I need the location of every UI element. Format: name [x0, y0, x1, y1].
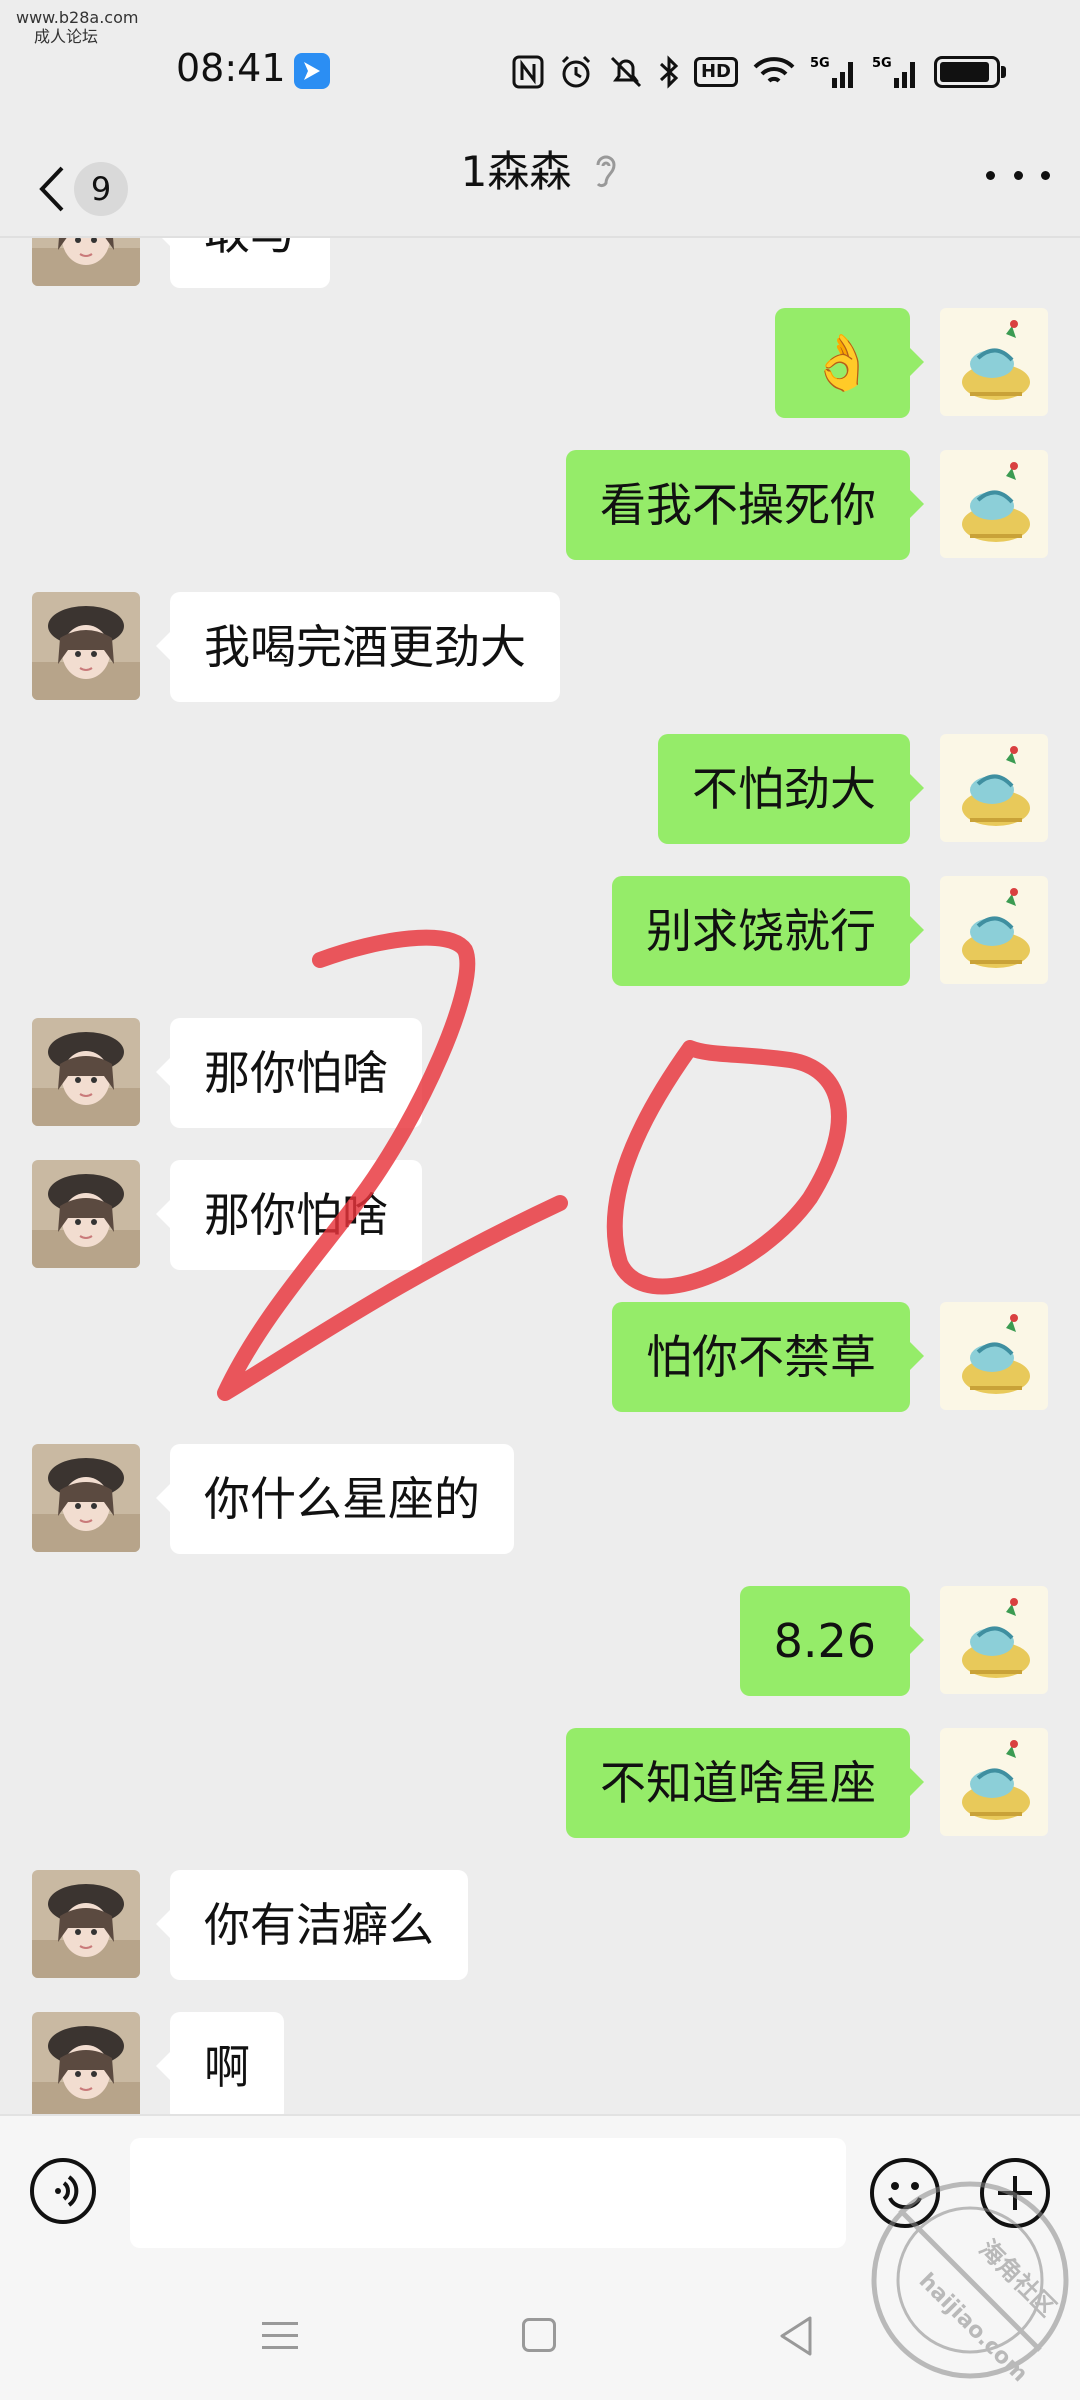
received-message-bubble[interactable]: 我喝完酒更劲大 [156, 592, 560, 702]
sent-message-bubble[interactable]: 怕你不禁草 [612, 1302, 924, 1412]
wifi-icon [752, 50, 796, 94]
message-row: 8.26 [0, 1586, 1080, 1696]
status-time: 08:41 [176, 46, 286, 90]
voice-input-button[interactable] [30, 2158, 96, 2224]
signal1-label: 5G [810, 56, 830, 71]
message-row: 别求饶就行 [0, 876, 1080, 986]
message-row: 那你怕啥 [0, 1160, 1080, 1270]
message-row: 那你怕啥 [0, 1018, 1080, 1128]
app-notification-icon [294, 53, 330, 89]
message-row: 看我不操死你 [0, 450, 1080, 560]
message-row: 你什么星座的 [0, 1444, 1080, 1554]
message-text: 怕你不禁草 [646, 1330, 876, 1384]
status-bar: 08:41 HD 5G 5G [0, 0, 1080, 140]
message-text: 你有洁癖么 [204, 1898, 434, 1952]
message-text: 不知道啥星座 [600, 1756, 876, 1810]
message-text: 看我不操死你 [600, 478, 876, 532]
received-message-bubble[interactable]: 啊 [156, 2012, 284, 2114]
message-list[interactable]: 取与👌看我不操死你我喝完酒更劲大不怕劲大别求饶就行那你怕啥那你怕啥怕你不禁草你什… [0, 238, 1080, 2114]
message-row: 啊 [0, 2012, 1080, 2114]
signal2-label: 5G [872, 56, 892, 71]
message-row: 怕你不禁草 [0, 1302, 1080, 1412]
message-row: 取与 [0, 238, 1080, 288]
message-row: 你有洁癖么 [0, 1870, 1080, 1980]
more-button[interactable] [986, 150, 1050, 200]
alarm-icon [558, 50, 594, 94]
message-text: 那你怕啥 [204, 1188, 388, 1242]
hd-icon: HD [693, 50, 738, 94]
message-row: 不怕劲大 [0, 734, 1080, 844]
message-row: 我喝完酒更劲大 [0, 592, 1080, 702]
message-text: 不怕劲大 [692, 762, 876, 816]
bluetooth-icon [658, 50, 680, 94]
message-row: 不知道啥星座 [0, 1728, 1080, 1838]
site-watermark-stamp: 海角社区 haijiao.com [871, 2181, 1069, 2387]
message-text: 啊 [204, 2040, 250, 2094]
chat-title-area[interactable]: 1森森 [0, 142, 1080, 202]
earpiece-icon [596, 155, 616, 188]
message-text: 那你怕啥 [204, 1046, 388, 1100]
home-button[interactable] [522, 2318, 556, 2352]
received-message-bubble[interactable]: 你有洁癖么 [156, 1870, 468, 1980]
received-message-bubble[interactable]: 那你怕啥 [156, 1018, 422, 1128]
message-row: 👌 [0, 308, 1080, 418]
message-text: 8.26 [773, 1614, 876, 1668]
received-message-bubble[interactable]: 取与 [156, 238, 330, 288]
chat-title: 1森森 [460, 147, 572, 196]
message-input[interactable] [130, 2138, 846, 2248]
message-text: 取与 [204, 238, 296, 260]
my-avatar[interactable] [940, 1586, 1048, 1694]
my-avatar[interactable] [940, 308, 1048, 416]
sent-message-bubble[interactable]: 别求饶就行 [612, 876, 924, 986]
message-text: 别求饶就行 [646, 904, 876, 958]
sent-message-bubble[interactable]: 不怕劲大 [658, 734, 924, 844]
mute-icon [608, 50, 644, 94]
contact-avatar[interactable] [32, 1870, 140, 1978]
ok-hand-emoji: 👌 [808, 331, 876, 394]
voice-icon [55, 2175, 79, 2207]
received-message-bubble[interactable]: 那你怕啥 [156, 1160, 422, 1270]
nfc-icon [512, 50, 544, 94]
nav-back-button[interactable] [778, 2314, 814, 2358]
sent-message-bubble[interactable]: 看我不操死你 [566, 450, 924, 560]
contact-avatar[interactable] [32, 1444, 140, 1552]
signal-5g-icon: 5G [872, 50, 920, 94]
sent-message-bubble[interactable]: 8.26 [739, 1586, 925, 1696]
contact-avatar[interactable] [32, 238, 140, 286]
my-avatar[interactable] [940, 1728, 1048, 1836]
contact-avatar[interactable] [32, 2012, 140, 2114]
contact-avatar[interactable] [32, 1018, 140, 1126]
signal-5g-icon: 5G [810, 50, 858, 94]
contact-avatar[interactable] [32, 592, 140, 700]
my-avatar[interactable] [940, 1302, 1048, 1410]
my-avatar[interactable] [940, 450, 1048, 558]
message-text: 我喝完酒更劲大 [204, 620, 526, 674]
battery-fill [940, 62, 989, 82]
sent-message-bubble[interactable]: 👌 [774, 308, 925, 418]
received-message-bubble[interactable]: 你什么星座的 [156, 1444, 514, 1554]
sent-message-bubble[interactable]: 不知道啥星座 [566, 1728, 924, 1838]
message-text: 你什么星座的 [204, 1472, 480, 1526]
my-avatar[interactable] [940, 876, 1048, 984]
stamp-text-cn: 海角社区 [974, 2234, 1062, 2322]
my-avatar[interactable] [940, 734, 1048, 842]
battery-icon [934, 50, 1006, 94]
recent-apps-button[interactable] [262, 2316, 302, 2356]
contact-avatar[interactable] [32, 1160, 140, 1268]
hd-label: HD [693, 57, 738, 87]
